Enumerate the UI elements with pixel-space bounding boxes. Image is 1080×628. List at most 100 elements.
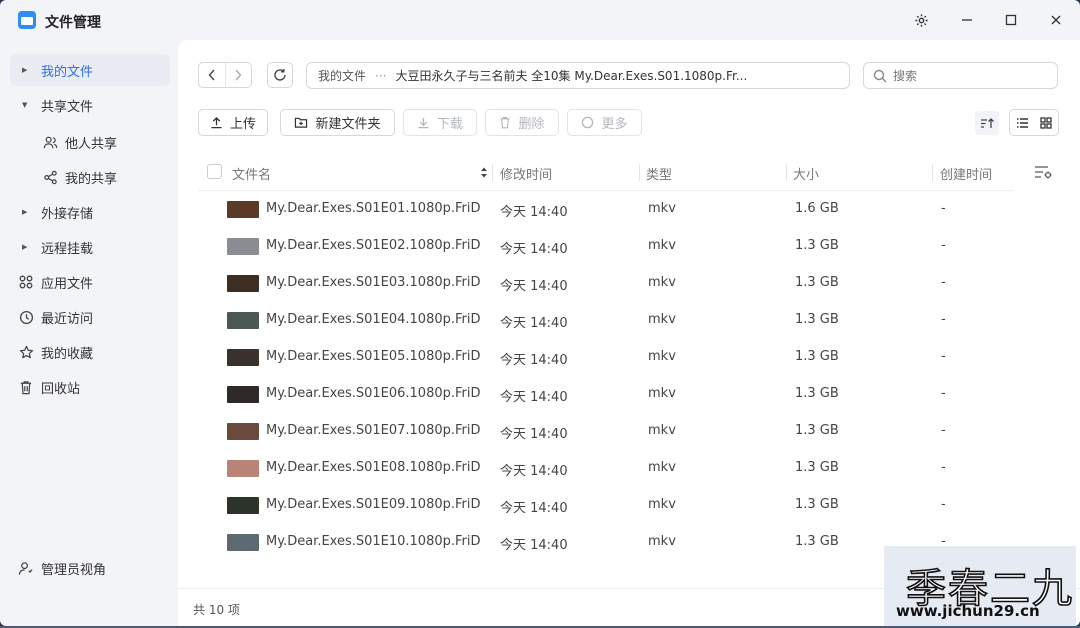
file-type: mkv (648, 534, 676, 549)
app-folder-icon (18, 11, 36, 29)
app-title: 文件管理 (45, 15, 101, 31)
watermark: 季春二九 www.jichun29.cn (884, 546, 1076, 626)
sort-toggle-icon[interactable] (480, 166, 488, 183)
caret-right-icon: ▶ (22, 243, 28, 251)
table-row[interactable]: My.Dear.Exes.S01E04.1080p.FriDa... 今天 14:… (198, 302, 1014, 339)
table-row[interactable]: My.Dear.Exes.S01E07.1080p.FriDa... 今天 14:… (198, 413, 1014, 450)
minimize-button[interactable] (957, 10, 977, 30)
breadcrumb-root[interactable]: 我的文件 (318, 67, 366, 84)
admin-view-link[interactable]: 管理员视角 (18, 559, 106, 578)
sidebar-item-label: 远程挂载 (41, 241, 94, 257)
table-row[interactable]: My.Dear.Exes.S01E02.1080p.FriDa... 今天 14:… (198, 228, 1014, 265)
breadcrumb-current: 大豆田永久子与三名前夫 全10集 My.Dear.Exes.S01.1080p.… (395, 69, 748, 83)
sidebar-item-favorites[interactable]: 我的收藏 (10, 336, 170, 368)
file-name: My.Dear.Exes.S01E10.1080p.FriDa... (266, 534, 480, 549)
table-row[interactable]: My.Dear.Exes.S01E05.1080p.FriDa... 今天 14:… (198, 339, 1014, 376)
column-divider[interactable] (492, 164, 493, 181)
clock-icon (18, 309, 34, 325)
table-row[interactable]: My.Dear.Exes.S01E01.1080p.FriDa... 今天 14:… (198, 191, 1014, 228)
admin-user-icon (18, 561, 33, 576)
back-button[interactable] (199, 63, 225, 87)
file-type: mkv (648, 386, 676, 401)
file-size: 1.3 GB (795, 497, 839, 512)
modified-time: 今天 14:40 (500, 316, 568, 331)
chevron-right-icon (235, 69, 242, 81)
file-size: 1.3 GB (795, 349, 839, 364)
column-divider[interactable] (639, 164, 640, 181)
header-type[interactable]: 类型 (646, 164, 672, 183)
table-row[interactable]: My.Dear.Exes.S01E06.1080p.FriDa... 今天 14:… (198, 376, 1014, 413)
main-panel: 我的文件 ··· 大豆田永久子与三名前夫 全10集 My.Dear.Exes.S… (178, 40, 1080, 626)
modified-time: 今天 14:40 (500, 205, 568, 220)
header-size[interactable]: 大小 (793, 164, 819, 183)
sidebar-item-recent[interactable]: 最近访问 (10, 301, 170, 333)
created-time: - (941, 423, 946, 438)
upload-button[interactable]: 上传 (198, 109, 268, 136)
sidebar-item-my-files[interactable]: ▶ 我的文件 (10, 54, 170, 86)
video-thumbnail (227, 312, 259, 329)
breadcrumb[interactable]: 我的文件 ··· 大豆田永久子与三名前夫 全10集 My.Dear.Exes.S… (306, 62, 850, 89)
header-name[interactable]: 文件名 (232, 164, 271, 183)
file-type: mkv (648, 423, 676, 438)
close-button[interactable] (1046, 10, 1066, 30)
modified-time: 今天 14:40 (500, 501, 568, 516)
sidebar-item-my-shares[interactable]: 我的共享 (10, 161, 170, 193)
search-input[interactable] (893, 68, 1043, 83)
video-thumbnail (227, 423, 259, 440)
sidebar-item-remote-mount[interactable]: ▶ 远程挂载 (10, 231, 170, 263)
list-view-icon (1016, 117, 1028, 128)
settings-gear-icon[interactable] (911, 10, 931, 30)
file-name: My.Dear.Exes.S01E08.1080p.FriDa... (266, 460, 480, 475)
item-count: 共 10 项 (193, 603, 240, 617)
title-bar: 文件管理 (0, 0, 1080, 40)
header-ctime[interactable]: 创建时间 (940, 164, 992, 183)
delete-button[interactable]: 删除 (485, 109, 559, 136)
created-time: - (941, 460, 946, 475)
file-size: 1.6 GB (795, 201, 839, 216)
select-all-checkbox[interactable] (207, 164, 222, 179)
maximize-button[interactable] (1001, 10, 1021, 30)
sidebar-item-shared-files[interactable]: ▼ 共享文件 (10, 89, 170, 121)
column-settings-icon[interactable] (1034, 164, 1054, 182)
file-type: mkv (648, 349, 676, 364)
search-box[interactable] (863, 62, 1058, 89)
video-thumbnail (227, 534, 259, 551)
file-name: My.Dear.Exes.S01E04.1080p.FriDa... (266, 312, 480, 327)
list-view-button[interactable] (1010, 110, 1034, 135)
sort-button[interactable] (975, 111, 999, 135)
forward-button[interactable] (224, 63, 252, 87)
sidebar-item-external-storage[interactable]: ▶ 外接存储 (10, 196, 170, 228)
sidebar-item-shared-with-me[interactable]: 他人共享 (10, 126, 170, 158)
table-row[interactable]: My.Dear.Exes.S01E09.1080p.FriDa... 今天 14:… (198, 487, 1014, 524)
sidebar-item-label: 回收站 (41, 381, 81, 397)
upload-label: 上传 (229, 117, 256, 132)
modified-time: 今天 14:40 (500, 390, 568, 405)
admin-view-label: 管理员视角 (41, 563, 107, 578)
upload-icon (211, 116, 222, 129)
download-button[interactable]: 下载 (403, 109, 477, 136)
column-divider[interactable] (932, 164, 933, 181)
more-label: 更多 (601, 117, 628, 132)
column-divider[interactable] (786, 164, 787, 181)
created-time: - (941, 386, 946, 401)
table-row[interactable]: My.Dear.Exes.S01E08.1080p.FriDa... 今天 14:… (198, 450, 1014, 487)
sidebar: ▶ 我的文件 ▼ 共享文件 他人共享 我的共享 ▶ 外接存储 ▶ 远程挂载 应用… (0, 40, 178, 626)
grid-view-icon (1040, 116, 1052, 129)
more-button[interactable]: 更多 (567, 109, 642, 136)
new-folder-button[interactable]: 新建文件夹 (280, 109, 395, 136)
sidebar-item-label: 我的收藏 (41, 346, 94, 362)
star-icon (18, 344, 34, 360)
grid-view-button[interactable] (1034, 110, 1058, 135)
created-time: - (941, 238, 946, 253)
table-row[interactable]: My.Dear.Exes.S01E03.1080p.FriDa... 今天 14:… (198, 265, 1014, 302)
new-folder-icon (295, 117, 308, 128)
refresh-button[interactable] (267, 62, 293, 88)
apps-grid-icon (18, 274, 34, 290)
sidebar-item-app-files[interactable]: 应用文件 (10, 266, 170, 298)
breadcrumb-ellipsis[interactable]: ··· (375, 69, 386, 83)
file-size: 1.3 GB (795, 275, 839, 290)
sidebar-item-recycle-bin[interactable]: 回收站 (10, 371, 170, 403)
header-mtime[interactable]: 修改时间 (500, 164, 552, 183)
modified-time: 今天 14:40 (500, 427, 568, 442)
created-time: - (941, 349, 946, 364)
